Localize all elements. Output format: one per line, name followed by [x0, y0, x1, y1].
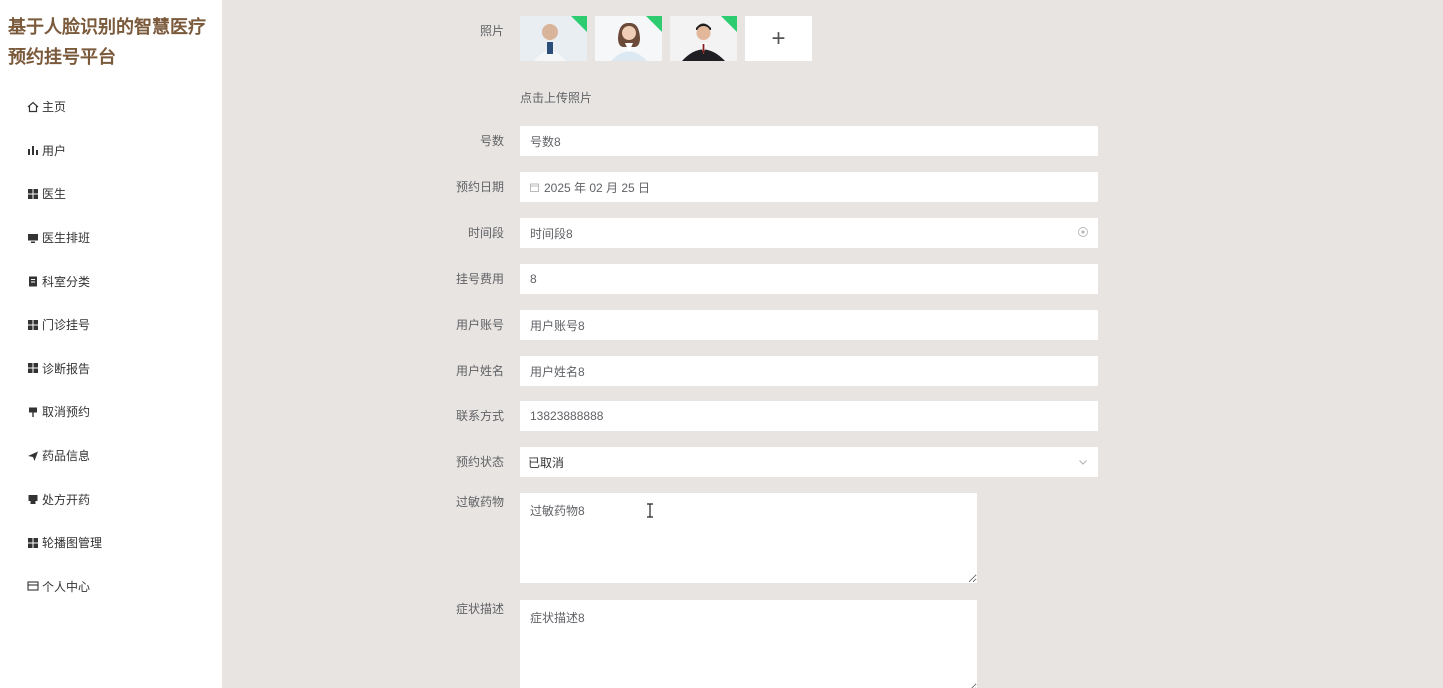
uploaded-badge-icon: [571, 16, 587, 32]
calendar-icon: [530, 183, 539, 192]
sidebar-item-label: 医生: [42, 187, 67, 202]
account-label: 用户账号: [455, 318, 504, 332]
sidebar-item-registration[interactable]: 门诊挂号: [0, 303, 222, 347]
fee-label: 挂号费用: [455, 272, 504, 286]
sidebar-item-departments[interactable]: 科室分类: [0, 259, 222, 303]
phone-label: 联系方式: [455, 409, 504, 423]
name-row: 用户姓名 用户姓名8: [400, 356, 1098, 386]
sidebar-item-profile[interactable]: 个人中心: [0, 565, 222, 609]
bar-chart-icon: [26, 144, 39, 157]
sidebar-item-label: 取消预约: [42, 405, 91, 420]
sidebar-item-home[interactable]: 主页: [0, 85, 222, 129]
timeslot-row: 时间段 时间段8: [400, 218, 1098, 248]
allergy-row: 过敏药物 过敏药物8: [400, 493, 977, 583]
printer-icon: [26, 493, 39, 506]
sidebar-item-doctors[interactable]: 医生: [0, 172, 222, 216]
sidebar-item-label: 用户: [42, 143, 67, 158]
allergy-label: 过敏药物: [455, 495, 504, 509]
photo-thumbnail[interactable]: [595, 16, 662, 61]
sidebar-item-label: 主页: [42, 100, 67, 115]
text-cursor-icon: [646, 503, 654, 521]
date-picker[interactable]: 2025 年 02 月 25 日: [520, 172, 1098, 202]
sidebar-item-label: 轮播图管理: [42, 536, 103, 551]
timeslot-value: 时间段8: [530, 226, 573, 241]
chevron-down-icon: [1077, 456, 1090, 469]
sidebar-item-cancel[interactable]: 取消预约: [0, 390, 222, 434]
symptom-row: 症状描述 症状描述8: [400, 600, 977, 688]
sidebar-item-diagnosis[interactable]: 诊断报告: [0, 347, 222, 391]
sidebar-item-label: 药品信息: [42, 449, 91, 464]
name-label: 用户姓名: [455, 364, 504, 378]
grid-icon: [26, 187, 39, 200]
grid-icon: [26, 536, 39, 549]
account-input[interactable]: 用户账号8: [520, 310, 1098, 340]
date-label: 预约日期: [455, 180, 504, 194]
status-label: 预约状态: [455, 455, 504, 469]
number-input[interactable]: 号数8: [520, 126, 1098, 156]
photo-thumbnail[interactable]: [520, 16, 587, 61]
phone-input[interactable]: 13823888888: [520, 401, 1098, 431]
uploaded-badge-icon: [721, 16, 737, 32]
app-title: 基于人脸识别的智慧医疗预约挂号平台: [8, 17, 206, 67]
sidebar-item-schedule[interactable]: 医生排班: [0, 216, 222, 260]
uploaded-badge-icon: [646, 16, 662, 32]
monitor-icon: [26, 231, 39, 244]
send-icon: [26, 449, 39, 462]
number-label: 号数: [479, 134, 504, 148]
date-value: 2025 年 02 月 25 日: [544, 180, 651, 195]
sidebar-item-label: 门诊挂号: [42, 318, 91, 333]
sidebar: 基于人脸识别的智慧医疗预约挂号平台 主页 用户 医生 医生排班 科室分类 门诊挂…: [0, 0, 222, 688]
card-icon: [26, 580, 39, 593]
clipboard-icon: [26, 275, 39, 288]
upload-hint: 点击上传照片: [520, 91, 593, 105]
sidebar-item-label: 个人中心: [42, 579, 91, 594]
sidebar-item-users[interactable]: 用户: [0, 129, 222, 173]
sidebar-menu: 主页 用户 医生 医生排班 科室分类 门诊挂号 诊断报告 取消预约 药品信息 处…: [0, 85, 222, 608]
sidebar-item-carousel[interactable]: 轮播图管理: [0, 521, 222, 565]
sidebar-item-medicine[interactable]: 药品信息: [0, 434, 222, 478]
home-icon: [26, 100, 39, 113]
timeslot-select[interactable]: 时间段8: [520, 218, 1098, 248]
photo-row: 照片: [400, 16, 512, 46]
fee-row: 挂号费用 8: [400, 264, 1098, 294]
photo-list: +: [520, 16, 812, 61]
account-row: 用户账号 用户账号8: [400, 310, 1098, 340]
timeslot-label: 时间段: [467, 226, 504, 240]
status-select[interactable]: 已取消: [520, 447, 1098, 477]
symptom-label: 症状描述: [455, 602, 504, 616]
clear-icon[interactable]: [1077, 226, 1090, 239]
sidebar-item-label: 处方开药: [42, 492, 91, 507]
phone-row: 联系方式 13823888888: [400, 401, 1098, 431]
sidebar-item-prescription[interactable]: 处方开药: [0, 477, 222, 521]
grid-icon: [26, 362, 39, 375]
add-photo-button[interactable]: +: [745, 16, 812, 61]
photo-label: 照片: [479, 24, 504, 38]
name-input[interactable]: 用户姓名8: [520, 356, 1098, 386]
allergy-textarea[interactable]: 过敏药物8: [520, 493, 977, 583]
pin-icon: [26, 405, 39, 418]
photo-thumbnail[interactable]: [670, 16, 737, 61]
sidebar-item-label: 医生排班: [42, 231, 91, 246]
grid-icon: [26, 318, 39, 331]
status-row: 预约状态 已取消: [400, 447, 1098, 477]
date-row: 预约日期 2025 年 02 月 25 日: [400, 172, 1098, 202]
symptom-textarea[interactable]: 症状描述8: [520, 600, 977, 688]
status-value: 已取消: [528, 455, 565, 470]
sidebar-item-label: 科室分类: [42, 274, 91, 289]
sidebar-item-label: 诊断报告: [42, 361, 91, 376]
fee-input[interactable]: 8: [520, 264, 1098, 294]
number-row: 号数 号数8: [400, 126, 1098, 156]
